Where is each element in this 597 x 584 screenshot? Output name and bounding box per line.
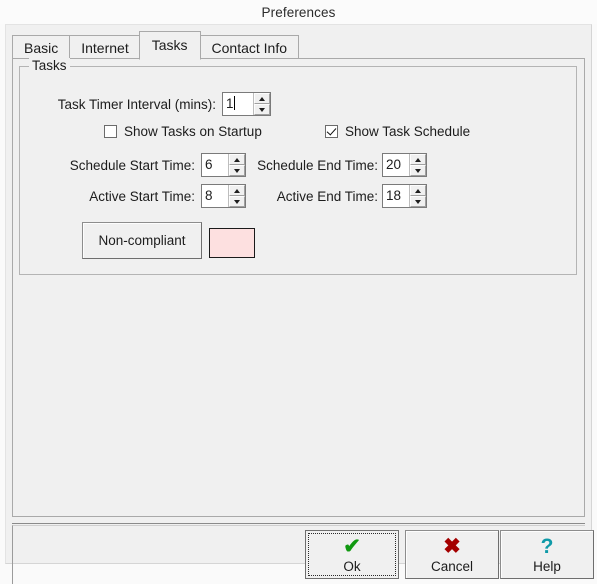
tab-internet[interactable]: Internet (69, 35, 141, 60)
schedule-end-spin-up-icon[interactable] (410, 154, 426, 165)
checkbox-unchecked-icon (104, 125, 117, 138)
ok-button[interactable]: ✔ Ok (305, 530, 399, 579)
ok-button-label: Ok (343, 558, 361, 574)
x-icon: ✖ (443, 534, 461, 558)
tab-internet-label: Internet (81, 40, 129, 56)
schedule-end-time-label: Schedule End Time: (257, 158, 378, 173)
dialog-button-bar: ✔ Ok ✖ Cancel ? Help (12, 525, 594, 584)
tasks-group-title: Tasks (29, 58, 70, 73)
show-tasks-on-startup-label: Show Tasks on Startup (124, 124, 262, 139)
question-icon: ? (540, 534, 554, 558)
active-end-time-input[interactable]: 18 (383, 185, 409, 207)
tab-tasks[interactable]: Tasks (138, 31, 201, 60)
active-end-time-label: Active End Time: (276, 189, 378, 204)
cancel-button-label: Cancel (430, 558, 474, 574)
check-icon: ✔ (343, 534, 361, 558)
schedule-start-time-label: Schedule Start Time: (69, 158, 195, 173)
show-tasks-on-startup-checkbox[interactable]: Show Tasks on Startup (104, 124, 262, 139)
tasks-group-box: Tasks Task Timer Interval (mins): 1 Show… (19, 58, 577, 275)
tab-page-tasks: Tasks Task Timer Interval (mins): 1 Show… (12, 58, 585, 517)
tab-basic-label: Basic (24, 40, 59, 56)
schedule-end-spin-down-icon[interactable] (410, 165, 426, 176)
schedule-end-time-spinner[interactable]: 20 (382, 153, 427, 177)
active-end-time-spinner[interactable]: 18 (382, 184, 427, 208)
active-start-time-label: Active Start Time: (89, 189, 195, 204)
tab-tasks-label: Tasks (151, 37, 188, 53)
task-timer-spin-up-icon[interactable] (254, 93, 270, 104)
non-compliant-color-swatch[interactable] (209, 228, 255, 258)
tab-contact-info[interactable]: Contact Info (199, 35, 300, 60)
active-end-spin-up-icon[interactable] (410, 185, 426, 196)
tab-strip: Basic Internet Tasks Contact Info (12, 31, 584, 60)
task-timer-interval-label: Task Timer Interval (mins): (57, 97, 216, 112)
schedule-end-spin-buttons (409, 154, 426, 176)
task-timer-interval-input[interactable]: 1 (223, 93, 253, 115)
task-timer-spin-down-icon[interactable] (254, 104, 270, 115)
help-button-label: Help (533, 558, 561, 574)
tab-contact-info-label: Contact Info (211, 40, 288, 56)
non-compliant-button[interactable]: Non-compliant (82, 222, 202, 259)
show-task-schedule-label: Show Task Schedule (345, 124, 471, 139)
show-task-schedule-checkbox[interactable]: Show Task Schedule (325, 124, 470, 139)
ok-button-focus-ring: ✔ Ok (308, 533, 396, 576)
active-end-spin-buttons (409, 185, 426, 207)
text-caret (233, 96, 235, 110)
checkbox-checked-icon (325, 125, 338, 138)
task-timer-interval-spinner[interactable]: 1 (222, 92, 271, 116)
schedule-end-time-input[interactable]: 20 (383, 154, 409, 176)
task-timer-spin-buttons (253, 93, 270, 115)
non-compliant-button-label: Non-compliant (98, 233, 186, 248)
active-end-spin-down-icon[interactable] (410, 196, 426, 207)
window-title: Preferences (261, 4, 336, 20)
button-bar-separator (12, 523, 585, 524)
window-title-bar: Preferences (0, 0, 597, 24)
cancel-button[interactable]: ✖ Cancel (405, 530, 499, 579)
help-button[interactable]: ? Help (500, 530, 594, 579)
tab-basic[interactable]: Basic (12, 35, 71, 60)
preferences-dialog: Basic Internet Tasks Contact Info Tasks … (5, 24, 594, 584)
